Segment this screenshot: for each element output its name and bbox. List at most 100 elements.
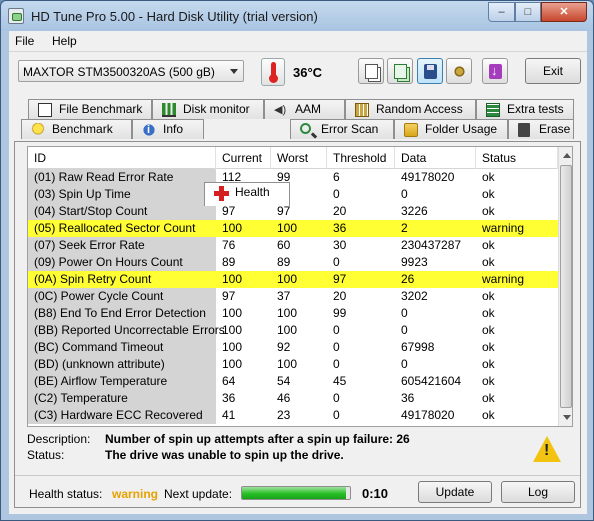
table-body: (01) Raw Read Error Rate 112 99 6 49178020 ok… [28, 169, 558, 424]
cell-status: ok [482, 374, 495, 388]
cell-worst: 60 [277, 238, 291, 252]
health-cross-icon [214, 186, 229, 201]
close-button[interactable]: ✕ [541, 2, 587, 22]
cell-current: 76 [222, 238, 236, 252]
cell-data: 36 [401, 391, 415, 405]
cell-status: ok [482, 306, 495, 320]
menu-bar: File Help [9, 31, 587, 51]
vertical-scrollbar[interactable] [558, 147, 572, 426]
cell-worst: 89 [277, 255, 291, 269]
copy-text-button[interactable] [358, 58, 384, 84]
cell-status: ok [482, 289, 495, 303]
cell-id: (B8) End To End Error Detection [28, 305, 216, 322]
table-row[interactable]: (09) Power On Hours Count 89 89 0 9923 ok [28, 254, 558, 271]
cell-current: 41 [222, 408, 236, 422]
cell-id: (C2) Temperature [28, 390, 216, 407]
tab-info[interactable]: Info [132, 119, 204, 140]
cell-id: (09) Power On Hours Count [28, 254, 216, 271]
cell-status: ok [482, 391, 495, 405]
cell-id: (0C) Power Cycle Count [28, 288, 216, 305]
cell-data: 9923 [401, 255, 428, 269]
menu-file[interactable]: File [15, 34, 34, 48]
column-header-id[interactable]: ID [28, 147, 216, 169]
chevron-down-icon [230, 69, 238, 74]
tab-random-access[interactable]: Random Access [345, 99, 476, 119]
health-status-label: Health status: [29, 487, 103, 501]
cell-worst: 100 [271, 220, 327, 237]
table-row[interactable]: (BB) Reported Uncorrectable Errors 100 100… [28, 322, 558, 339]
cell-threshold: 0 [333, 357, 340, 371]
cell-current: 36 [222, 391, 236, 405]
tab-label: Random Access [376, 102, 463, 116]
tab-benchmark[interactable]: Benchmark [21, 119, 132, 139]
exit-button[interactable]: Exit [525, 58, 581, 84]
copy-screenshot-button[interactable] [387, 58, 413, 84]
maximize-button[interactable]: □ [515, 2, 541, 22]
column-header-status[interactable]: Status [476, 147, 558, 169]
status-value: The drive was unable to spin up the driv… [105, 448, 344, 462]
cell-threshold: 0 [333, 187, 340, 201]
tab-aam[interactable]: AAM [264, 99, 345, 120]
drive-select[interactable]: MAXTOR STM3500320AS (500 gB) [18, 60, 244, 82]
tab-disk-monitor[interactable]: Disk monitor [152, 99, 264, 119]
table-row[interactable]: (07) Seek Error Rate 76 60 30 230437287 ok [28, 237, 558, 254]
cell-data: 0 [401, 187, 408, 201]
title-bar[interactable]: HD Tune Pro 5.00 - Hard Disk Utility (tr… [1, 1, 593, 31]
scroll-up-icon[interactable] [563, 153, 571, 158]
cell-threshold: 30 [333, 238, 347, 252]
log-button[interactable]: Log [501, 481, 575, 503]
cell-threshold: 99 [333, 306, 347, 320]
options-icon [453, 64, 466, 79]
tab-extra-tests[interactable]: Extra tests [476, 99, 574, 119]
table-row[interactable]: (0A) Spin Retry Count 100 100 97 26 warning [28, 271, 558, 288]
health-panel: ID Current Worst Threshold Data Status (… [14, 141, 581, 508]
table-row[interactable]: (C2) Temperature 36 46 0 36 ok [28, 390, 558, 407]
cell-threshold: 20 [333, 204, 347, 218]
magnifier-icon [300, 123, 311, 134]
column-header-threshold[interactable]: Threshold [327, 147, 395, 169]
cell-worst: 92 [277, 340, 291, 354]
progress-fill [242, 487, 346, 499]
tab-health[interactable]: Health [204, 182, 290, 206]
cell-worst: 46 [277, 391, 291, 405]
tab-folder-usage[interactable]: Folder Usage [394, 119, 508, 139]
table-row[interactable]: (BD) (unknown attribute) 100 100 0 0 ok [28, 356, 558, 373]
column-header-worst[interactable]: Worst [271, 147, 327, 169]
column-header-current[interactable]: Current [216, 147, 271, 169]
scroll-down-icon[interactable] [563, 415, 571, 420]
table-row[interactable]: (03) Spin Up Time949100ok [28, 186, 558, 203]
tab-error-scan[interactable]: Error Scan [290, 119, 394, 139]
column-header-data[interactable]: Data [395, 147, 476, 169]
table-row[interactable]: (BE) Airflow Temperature 64 54 45 605421604 o… [28, 373, 558, 390]
tab-erase[interactable]: Erase [508, 119, 574, 139]
minimize-button[interactable]: – [488, 2, 515, 22]
divider [15, 475, 580, 476]
menu-help[interactable]: Help [52, 34, 77, 48]
cell-worst: 23 [277, 408, 291, 422]
tab-file-benchmark[interactable]: File Benchmark [28, 99, 152, 119]
tab-label: Disk monitor [183, 102, 250, 116]
download-button[interactable] [482, 58, 508, 84]
table-row[interactable]: (04) Start/Stop Count 97 97 20 3226 ok [28, 203, 558, 220]
download-arrow-icon [489, 63, 502, 79]
table-row[interactable]: (01) Raw Read Error Rate 112 99 6 49178020 ok [28, 169, 558, 186]
cell-data: 605421604 [401, 374, 462, 388]
cell-data: 67998 [401, 340, 435, 354]
cell-current: 100 [222, 357, 243, 371]
cell-threshold: 45 [333, 374, 347, 388]
cell-status: ok [482, 187, 495, 201]
table-row[interactable]: (0C) Power Cycle Count 97 37 20 3202 ok [28, 288, 558, 305]
cell-worst: 100 [277, 323, 298, 337]
description-label: Description: [27, 432, 91, 446]
save-button[interactable] [417, 58, 443, 84]
table-row[interactable]: (B8) End To End Error Detection 100 100 99 0… [28, 305, 558, 322]
table-row[interactable]: (05) Reallocated Sector Count 100 100 36 2 wa… [28, 220, 558, 237]
update-button[interactable]: Update [418, 481, 492, 503]
floppy-disk-icon [424, 64, 437, 79]
tab-label: Benchmark [52, 122, 113, 136]
tab-label: Error Scan [321, 122, 379, 136]
scroll-thumb[interactable] [560, 165, 572, 408]
options-button[interactable] [446, 58, 472, 84]
table-row[interactable]: (C3) Hardware ECC Recovered 41 23 0 49178020… [28, 407, 558, 424]
table-row[interactable]: (BC) Command Timeout 100 92 0 67998 ok [28, 339, 558, 356]
